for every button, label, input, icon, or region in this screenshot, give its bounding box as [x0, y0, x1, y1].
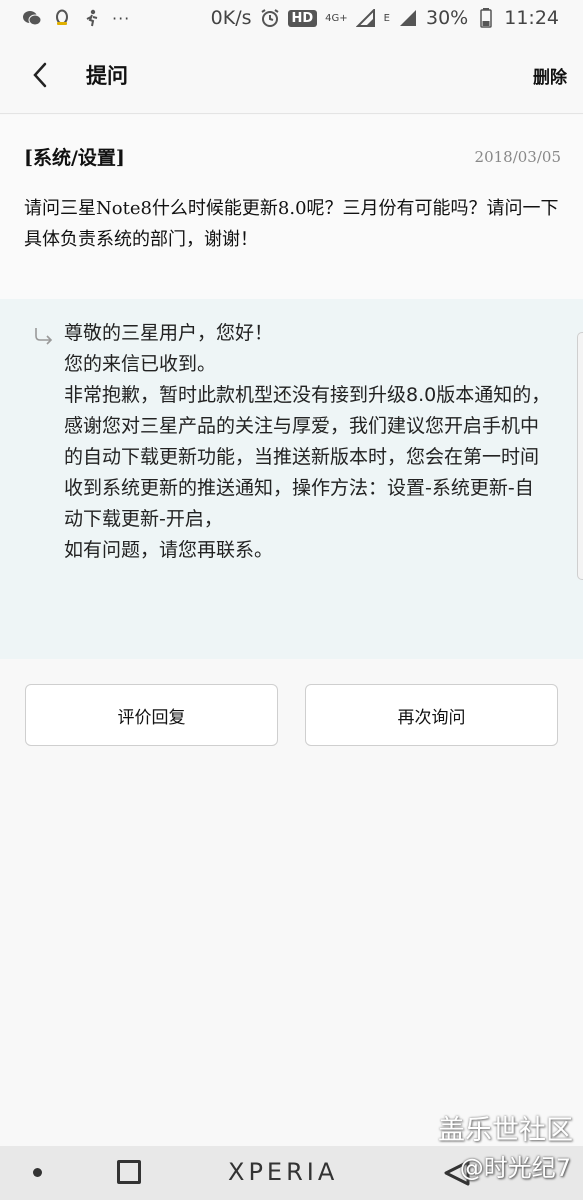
answer-line: 您的来信已收到。: [64, 353, 217, 375]
network-speed: 0K/s: [210, 7, 252, 29]
network-type: 4G+: [325, 12, 348, 24]
network-type-e: E: [383, 12, 390, 24]
answer-line: 非常抱歉，暂时此款机型还没有接到升级8.0版本通知的，感谢您对三星产品的关注与厚…: [64, 384, 551, 530]
recents-square-icon[interactable]: [117, 1160, 141, 1184]
signal-icon-2: [398, 9, 418, 27]
app-header: 提问 删除: [0, 36, 583, 114]
question-section: [系统/设置] 2018/03/05 请问三星Note8什么时候能更新8.0呢？…: [0, 115, 583, 299]
ask-again-button[interactable]: 再次询问: [305, 684, 558, 746]
page-title: 提问: [86, 64, 128, 88]
chevron-left-icon: [33, 62, 47, 88]
watermark-site: 盖乐世社区: [438, 1115, 573, 1146]
answer-line: 尊敬的三星用户，您好！: [64, 322, 274, 344]
status-bar-right: 0K/s HD 4G+ E 30% 11:24: [211, 7, 559, 29]
answer-line: 如有问题，请您再联系。: [64, 539, 274, 561]
question-date: 2018/03/05: [474, 148, 561, 166]
back-button[interactable]: [24, 58, 56, 92]
battery-percent: 30%: [426, 7, 469, 29]
battery-icon: [476, 8, 496, 28]
more-notifications-icon: ···: [112, 8, 131, 28]
answer-section: 尊敬的三星用户，您好！ 您的来信已收到。 非常抱歉，暂时此款机型还没有接到升级8…: [0, 299, 583, 659]
wechat-icon: [22, 9, 42, 27]
reply-arrow-icon: [35, 328, 53, 345]
question-text: 请问三星Note8什么时候能更新8.0呢？三月份有可能吗？请问一下具体负责系统的…: [24, 198, 559, 250]
qq-icon: [52, 9, 72, 27]
signal-icon: [355, 9, 376, 27]
alarm-icon: [260, 9, 280, 27]
status-bar-left: ···: [22, 9, 130, 28]
watermark-user: @时光纪7: [459, 1154, 571, 1182]
rate-reply-button[interactable]: 评价回复: [25, 684, 278, 746]
nav-dot-icon[interactable]: [33, 1168, 42, 1177]
clock: 11:24: [504, 7, 559, 29]
scroll-handle[interactable]: [577, 332, 583, 580]
question-category: [系统/设置]: [24, 147, 125, 169]
delete-button[interactable]: 删除: [533, 63, 567, 88]
hd-badge: HD: [287, 9, 318, 27]
answer-text: 尊敬的三星用户，您好！ 您的来信已收到。 非常抱歉，暂时此款机型还没有接到升级8…: [64, 318, 552, 566]
brand-logo: XPERIA: [228, 1158, 339, 1186]
status-bar: ··· 0K/s HD 4G+ E 30% 11:24: [0, 0, 583, 36]
run-icon: [82, 9, 102, 27]
